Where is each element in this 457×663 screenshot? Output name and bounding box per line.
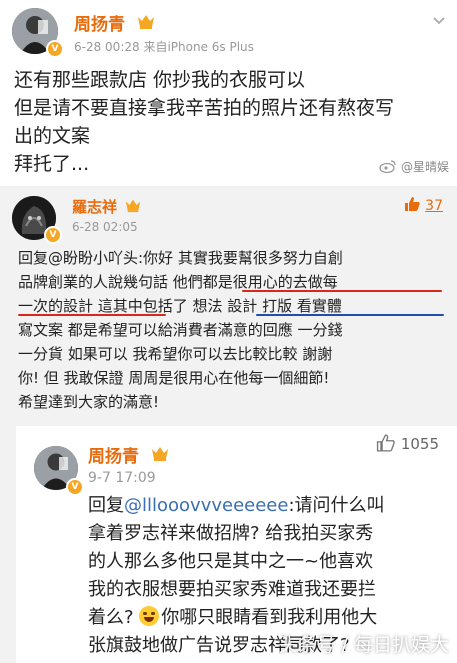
- verified-badge-icon: V: [44, 226, 62, 244]
- verified-badge-icon: V: [46, 40, 64, 58]
- reply-prefix: 回复: [88, 495, 124, 516]
- username[interactable]: 周扬青: [74, 10, 125, 35]
- username[interactable]: 周扬青: [88, 442, 139, 467]
- text-line: 还有那些跟款店 你抄我的衣服可以: [14, 69, 306, 91]
- like-count: 1055: [400, 435, 439, 453]
- text-line: 你! 但 我敢保證 周周是很用心在他每一個細節!: [18, 369, 330, 387]
- post-text: 还有那些跟款店 你抄我的衣服可以 但是请不要直接拿我辛苦拍的照片还有熬夜写 出的…: [14, 66, 394, 178]
- vip-crown-icon: [138, 15, 154, 29]
- watermark-text: @星晴娱: [400, 160, 449, 174]
- text-line: 但是请不要直接拿我辛苦拍的照片还有熬夜写: [14, 97, 395, 119]
- highlight-underline: [18, 314, 166, 316]
- text-line: 一分貨 如果可以 我希望你可以去比較比較 謝謝: [18, 345, 333, 363]
- text-fragment: 你哪只眼睛看到我利用他大: [161, 607, 378, 628]
- thumbs-up-icon: [404, 197, 420, 211]
- comment-text: 回复@盼盼小吖头:你好 其實我要幫很多努力自創 品牌創業的人說幾句話 他們都是很…: [18, 246, 343, 414]
- comment-luo-zhixiang: V 羅志祥 6-28 02:05 37 回复@盼盼小吖头:你好 其實我要幫很多努…: [0, 186, 457, 414]
- text-line: 希望達到大家的滿意!: [18, 393, 160, 411]
- text-fragment: 着么?: [88, 607, 140, 628]
- post-meta: 6-28 00:28 来自iPhone 6s Plus: [74, 40, 254, 54]
- text-fragment: :请问什么叫: [288, 495, 385, 516]
- username[interactable]: 羅志祥: [72, 196, 117, 217]
- comment-zhou-yangqing-reply: V 周扬青 9-7 17:09 1055 回复@lllooovvveeeeee:…: [0, 414, 457, 663]
- text-line: 我的衣服想要拍买家秀难道我还要拦: [88, 579, 376, 600]
- laugh-cry-emoji-icon: [139, 606, 160, 626]
- vip-crown-icon: [125, 199, 141, 213]
- post-zhou-yangqing: V 周扬青 6-28 00:28 来自iPhone 6s Plus 还有那些跟款…: [0, 0, 457, 190]
- text-line: 回复@lllooovvveeeeee:请问什么叫: [88, 492, 385, 520]
- text-line: 出的文案: [14, 125, 91, 147]
- text-line: 的人那么多他只是其中之一~他喜欢: [88, 551, 374, 572]
- chevron-down-icon[interactable]: [431, 12, 447, 28]
- comment-time: 9-7 17:09: [88, 470, 156, 486]
- text-line: 回复@盼盼小吖头:你好 其實我要幫很多努力自創: [18, 249, 343, 267]
- mention-link[interactable]: @lllooovvveeeeee: [124, 495, 288, 516]
- toutiao-watermark: 头条号 / 每日扒娱大: [278, 634, 449, 656]
- text-line: 拿着罗志祥来做招牌? 给我拍买家秀: [88, 523, 374, 544]
- highlight-underline: [242, 290, 442, 292]
- like-count: 37: [425, 198, 443, 214]
- like-button[interactable]: 1055: [376, 434, 439, 453]
- text-line: 着么? 你哪只眼睛看到我利用他大: [88, 604, 385, 632]
- text-line: 拜托了...: [14, 153, 90, 175]
- vip-crown-icon: [152, 447, 168, 461]
- comment-time: 6-28 02:05: [72, 220, 138, 234]
- text-line: 寫文案 都是希望可以給消費者滿意的回應 一分錢: [18, 321, 343, 339]
- weibo-logo-icon: [379, 160, 396, 174]
- weibo-watermark: @星晴娱: [379, 158, 449, 175]
- reply-card: V 周扬青 9-7 17:09 1055 回复@lllooovvveeeeee:…: [16, 426, 457, 663]
- like-button[interactable]: 37: [404, 196, 443, 214]
- highlight-underline: [256, 314, 444, 316]
- thumbs-up-icon: [376, 434, 395, 452]
- verified-badge-icon: V: [66, 478, 84, 496]
